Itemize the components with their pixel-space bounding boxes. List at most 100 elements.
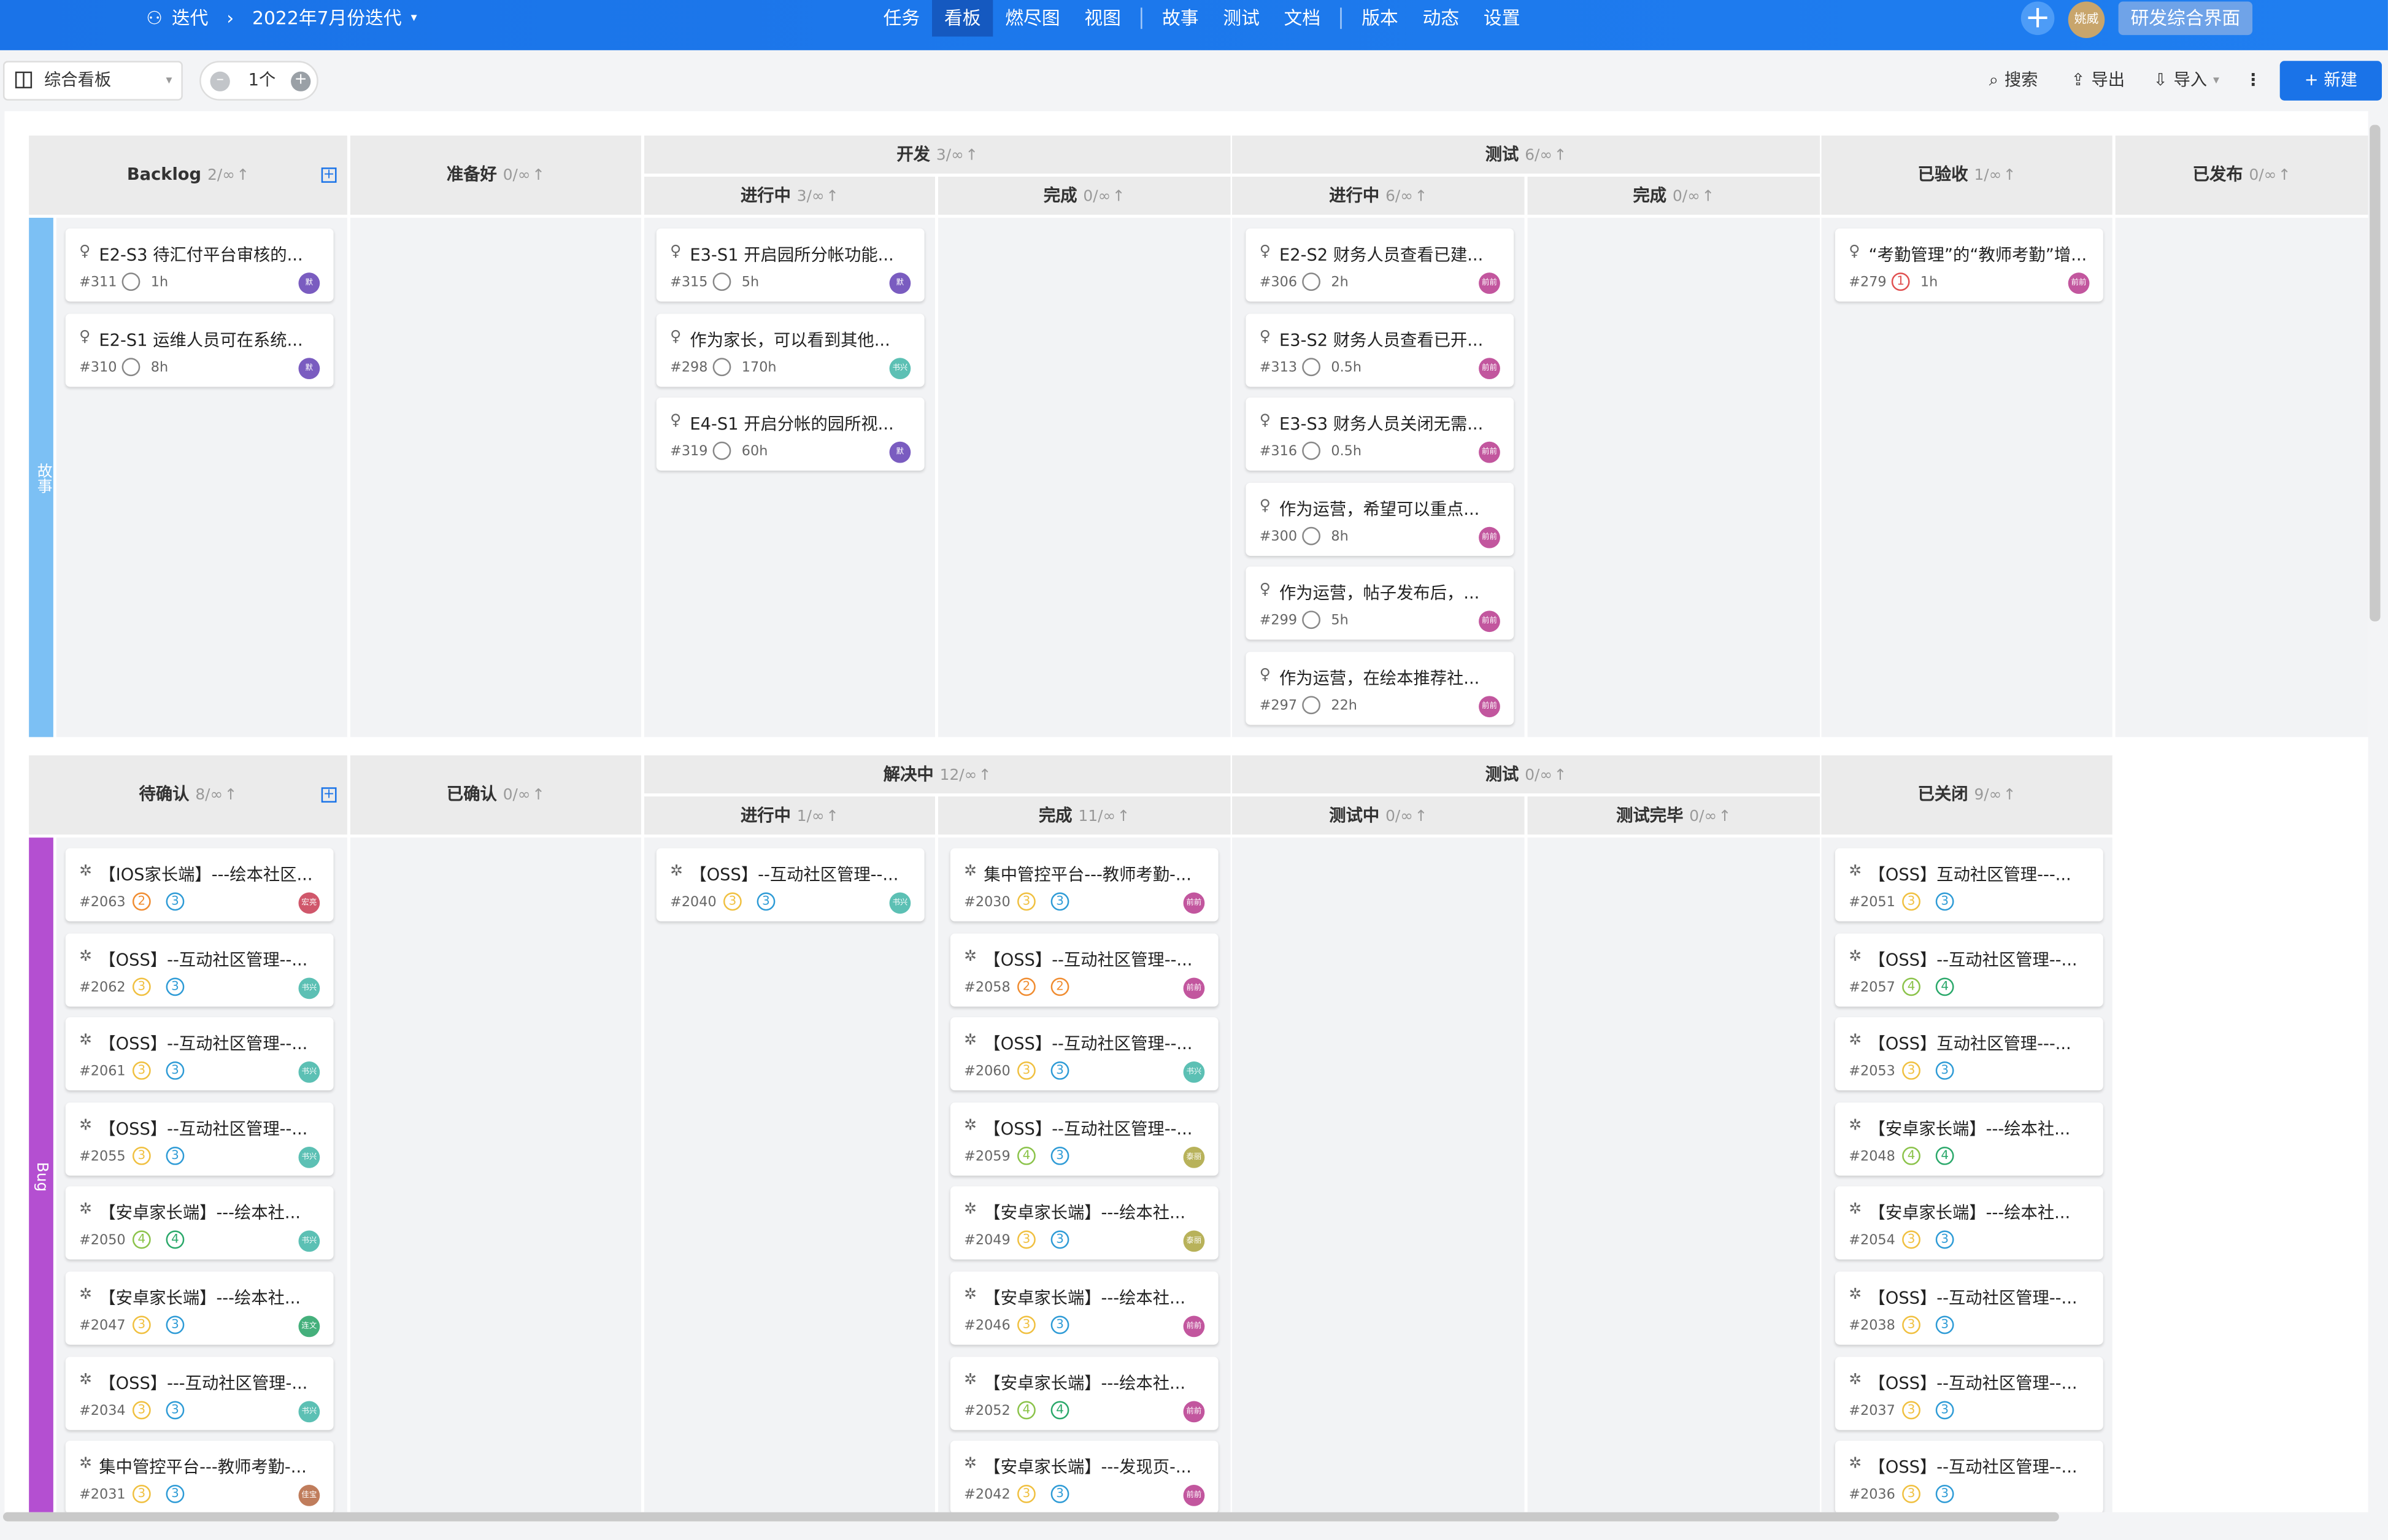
avatar[interactable]: 书兴: [298, 1400, 320, 1422]
card-title[interactable]: 作为运营，帖子发布后，...: [1279, 581, 1501, 606]
card-title[interactable]: 【OSS】--互动社区管理--...: [99, 1116, 321, 1141]
wip-limit[interactable]: 0/∞: [503, 167, 531, 184]
story-card[interactable]: ♀ “考勤管理”的“教师考勤”增... #279 1 1h 前前: [1835, 228, 2103, 302]
sort-arrow-icon[interactable]: ↑: [1554, 768, 1567, 784]
wip-limit[interactable]: 1/∞: [797, 809, 825, 825]
swimlane-label-bug[interactable]: Bug: [29, 837, 53, 1512]
story-card[interactable]: ♀ E2-S1 运维人员可在系统... #310 8h 默: [65, 313, 334, 387]
wip-limit[interactable]: 1/∞: [1974, 167, 2001, 184]
severity-badge[interactable]: 3: [166, 977, 185, 996]
breadcrumb-iteration[interactable]: 迭代: [172, 0, 209, 37]
avatar[interactable]: 连文: [298, 1315, 320, 1338]
card-title[interactable]: E4-S1 开启分帐的园所视...: [690, 412, 912, 436]
wip-limit[interactable]: 3/∞: [936, 148, 964, 164]
bug-card[interactable]: ✲ 【OSS】--互动社区管理--... #2038 3 3: [1835, 1271, 2103, 1345]
card-title[interactable]: E2-S3 待汇付平台审核的...: [99, 242, 321, 267]
card-title[interactable]: 【OSS】--互动社区管理--...: [984, 1116, 1206, 1141]
sort-arrow-icon[interactable]: ↑: [979, 768, 992, 784]
nav-item[interactable]: 设置: [1471, 0, 1532, 37]
bug-card[interactable]: ✲ 集中管控平台---教师考勤-... #2030 3 3 前前: [950, 848, 1219, 922]
wip-limit[interactable]: 0/∞: [2249, 167, 2276, 184]
severity-badge[interactable]: 4: [1935, 977, 1954, 996]
bug-card[interactable]: ✲ 【安卓家长端】---绘本社... #2050 4 4 书兴: [65, 1187, 334, 1260]
severity-badge[interactable]: 3: [1050, 1485, 1069, 1504]
bug-card[interactable]: ✲ 【OSS】互动社区管理---... #2053 3 3: [1835, 1017, 2103, 1091]
status-circle-icon[interactable]: [712, 357, 731, 376]
avatar[interactable]: 前前: [1479, 272, 1500, 295]
card-title[interactable]: 集中管控平台---教师考勤-...: [99, 1455, 321, 1479]
card-title[interactable]: 【OSS】---互动社区管理-...: [99, 1370, 321, 1395]
severity-badge[interactable]: 3: [166, 1061, 185, 1080]
card-title[interactable]: 【OSS】--互动社区管理--...: [984, 947, 1206, 971]
bug-card[interactable]: ✲ 【安卓家长端】---绘本社... #2046 3 3 前前: [950, 1271, 1219, 1345]
wip-limit[interactable]: 3/∞: [797, 189, 825, 206]
avatar[interactable]: 前前: [1183, 1400, 1205, 1422]
card-title[interactable]: E2-S1 运维人员可在系统...: [99, 327, 321, 352]
chevron-down-icon[interactable]: ▾: [411, 0, 417, 37]
avatar[interactable]: 默: [298, 357, 320, 379]
add-card-icon[interactable]: +: [321, 167, 337, 183]
wip-limit[interactable]: 6/∞: [1385, 189, 1413, 206]
avatar[interactable]: 佳宝: [298, 1485, 320, 1507]
sort-arrow-icon[interactable]: ↑: [1719, 809, 1731, 825]
priority-badge[interactable]: 3: [1017, 1061, 1036, 1080]
nav-item[interactable]: 看板: [932, 0, 993, 37]
swimlane-label-story[interactable]: 故事: [29, 217, 53, 737]
card-title[interactable]: 【安卓家长端】---绘本社...: [984, 1201, 1206, 1225]
card-title[interactable]: 【OSS】--互动社区管理--...: [1869, 1370, 2091, 1395]
breadcrumb-current[interactable]: 2022年7月份迭代: [252, 0, 402, 37]
sort-arrow-icon[interactable]: ↑: [236, 167, 249, 184]
search-button[interactable]: ⌕ 搜索: [1989, 61, 2038, 101]
story-card[interactable]: ♀ E3-S3 财务人员关闭无需... #316 0.5h 前前: [1246, 398, 1514, 471]
sort-arrow-icon[interactable]: ↑: [532, 167, 545, 184]
bug-card[interactable]: ✲ 【安卓家长端】---绘本社... #2048 4 4: [1835, 1102, 2103, 1176]
status-circle-icon[interactable]: [1302, 442, 1320, 461]
severity-badge[interactable]: 3: [1935, 1485, 1954, 1504]
avatar[interactable]: 默: [889, 442, 911, 464]
severity-badge[interactable]: 3: [1935, 1400, 1954, 1419]
avatar[interactable]: 前前: [1479, 357, 1500, 379]
priority-badge[interactable]: 3: [132, 1400, 151, 1419]
severity-badge[interactable]: 3: [1050, 1231, 1069, 1250]
severity-badge[interactable]: 4: [1935, 1146, 1954, 1165]
avatar[interactable]: 前前: [1479, 442, 1500, 464]
status-circle-icon[interactable]: [1302, 526, 1320, 545]
avatar[interactable]: 书兴: [889, 892, 911, 914]
priority-badge[interactable]: 3: [1902, 1485, 1920, 1504]
sort-arrow-icon[interactable]: ↑: [826, 809, 839, 825]
bug-card[interactable]: ✲ 【OSS】--互动社区管理--... #2060 3 3 书兴: [950, 1017, 1219, 1091]
sort-arrow-icon[interactable]: ↑: [1117, 809, 1130, 825]
card-title[interactable]: 作为运营，在绘本推荐社...: [1279, 666, 1501, 690]
avatar[interactable]: 默: [298, 272, 320, 295]
story-card[interactable]: ♀ E2-S2 财务人员查看已建... #306 2h 前前: [1246, 228, 1514, 302]
nav-item[interactable]: 任务: [871, 0, 932, 37]
severity-badge[interactable]: 3: [1935, 1231, 1954, 1250]
priority-badge[interactable]: 3: [1902, 1061, 1920, 1080]
story-card[interactable]: ♀ 作为家长，可以看到其他... #298 170h 书兴: [656, 313, 925, 387]
card-title[interactable]: 【OSS】--互动社区管理--...: [1869, 947, 2091, 971]
priority-badge[interactable]: 3: [1902, 1400, 1920, 1419]
status-circle-icon[interactable]: [712, 272, 731, 291]
more-icon[interactable]: ⋮: [2245, 61, 2262, 101]
card-title[interactable]: 【安卓家长端】---绘本社...: [984, 1285, 1206, 1310]
card-title[interactable]: E3-S2 财务人员查看已开...: [1279, 327, 1501, 352]
severity-badge[interactable]: 3: [166, 892, 185, 911]
avatar[interactable]: 姚威: [2068, 1, 2105, 39]
severity-badge[interactable]: 3: [166, 1400, 185, 1419]
status-circle-icon[interactable]: [712, 442, 731, 461]
priority-badge[interactable]: 3: [723, 892, 742, 911]
add-card-icon[interactable]: +: [321, 787, 337, 803]
nav-item[interactable]: 测试: [1211, 0, 1271, 37]
bug-card[interactable]: ✲ 【安卓家长端】---绘本社... #2052 4 4 前前: [950, 1356, 1219, 1430]
bug-card[interactable]: ✲ 集中管控平台---教师考勤-... #2031 3 3 佳宝: [65, 1441, 334, 1512]
status-circle-icon[interactable]: [1302, 611, 1320, 630]
sort-arrow-icon[interactable]: ↑: [965, 148, 978, 164]
story-card[interactable]: ♀ E2-S3 待汇付平台审核的... #311 1h 默: [65, 228, 334, 302]
priority-badge[interactable]: 1: [1891, 272, 1910, 291]
horizontal-scrollbar[interactable]: [2, 1512, 2059, 1522]
severity-badge[interactable]: 3: [757, 892, 776, 911]
avatar[interactable]: 书兴: [1183, 1061, 1205, 1084]
wip-limit[interactable]: 0/∞: [1385, 809, 1413, 825]
nav-item[interactable]: 动态: [1411, 0, 1471, 37]
status-circle-icon[interactable]: [1302, 357, 1320, 376]
